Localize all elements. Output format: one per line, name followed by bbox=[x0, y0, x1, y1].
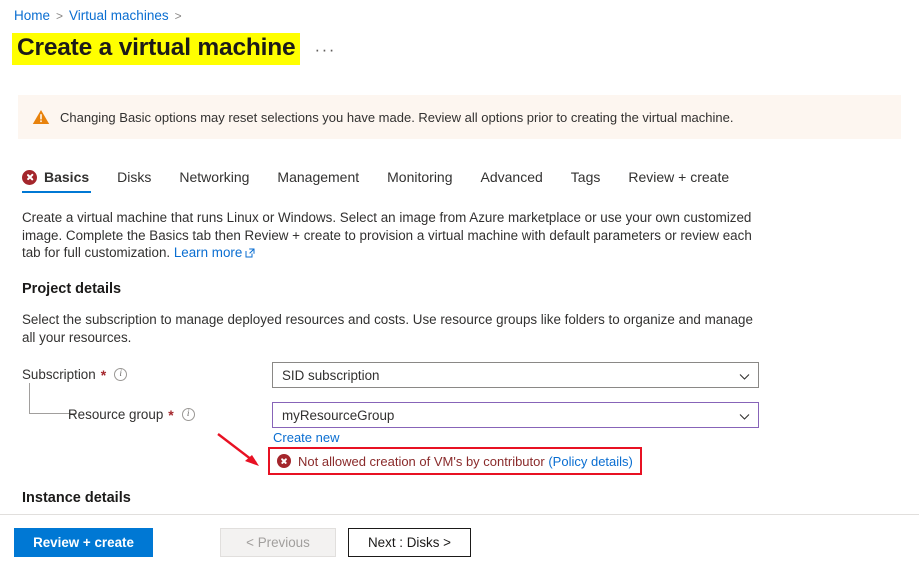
breadcrumb-item-virtual-machines[interactable]: Virtual machines bbox=[69, 8, 169, 23]
error-circle-icon bbox=[277, 454, 291, 468]
subscription-label-text: Subscription bbox=[22, 367, 96, 382]
next-disks-button[interactable]: Next : Disks > bbox=[348, 527, 471, 557]
tab-tags-label: Tags bbox=[570, 169, 601, 185]
tab-management-label: Management bbox=[277, 169, 360, 185]
previous-button: < Previous bbox=[220, 527, 336, 557]
project-details-heading: Project details bbox=[22, 281, 122, 297]
azure-create-vm-page: Home > Virtual machines > Create a virtu… bbox=[0, 0, 919, 569]
resource-group-label-text: Resource group bbox=[68, 407, 164, 422]
tab-monitoring[interactable]: Monitoring bbox=[373, 167, 466, 195]
tab-advanced-label: Advanced bbox=[480, 169, 543, 185]
learn-more-link[interactable]: Learn more bbox=[174, 245, 242, 260]
policy-error-box: Not allowed creation of VM's by contribu… bbox=[268, 447, 642, 475]
wizard-action-bar: Review + create < Previous Next : Disks … bbox=[0, 514, 919, 569]
tab-monitoring-label: Monitoring bbox=[387, 169, 453, 185]
error-badge-icon bbox=[22, 169, 37, 185]
tab-networking[interactable]: Networking bbox=[165, 167, 263, 195]
subscription-dropdown-value: SID subscription bbox=[282, 367, 380, 383]
subscription-dropdown[interactable]: SID subscription bbox=[272, 362, 759, 388]
subscription-label: Subscription * i bbox=[22, 366, 128, 383]
tab-advanced[interactable]: Advanced bbox=[467, 167, 557, 195]
create-new-resource-group-link[interactable]: Create new bbox=[273, 430, 339, 445]
policy-error-message: Not allowed creation of VM's by contribu… bbox=[298, 454, 633, 469]
project-details-description: Select the subscription to manage deploy… bbox=[22, 312, 753, 345]
resource-group-label: Resource group * i bbox=[68, 407, 195, 422]
resource-group-dropdown[interactable]: myResourceGroup bbox=[272, 402, 759, 428]
title-row: Create a virtual machine ··· bbox=[12, 33, 336, 66]
required-marker: * bbox=[100, 366, 107, 383]
chevron-down-icon bbox=[739, 370, 750, 381]
breadcrumb-item-home[interactable]: Home bbox=[14, 8, 50, 23]
external-link-icon bbox=[245, 245, 255, 263]
tab-management[interactable]: Management bbox=[263, 167, 373, 195]
chevron-down-icon bbox=[739, 410, 750, 421]
tab-tags[interactable]: Tags bbox=[557, 167, 615, 195]
tab-basics-label: Basics bbox=[44, 169, 90, 185]
tab-networking-label: Networking bbox=[179, 169, 250, 185]
info-icon[interactable]: i bbox=[181, 408, 195, 421]
required-marker: * bbox=[168, 406, 174, 423]
tab-disks[interactable]: Disks bbox=[103, 167, 165, 195]
policy-details-link[interactable]: (Policy details) bbox=[548, 454, 633, 469]
wizard-tab-bar: Basics Disks Networking Management Monit… bbox=[20, 167, 743, 195]
tab-review-create[interactable]: Review + create bbox=[614, 167, 743, 195]
breadcrumb-separator-icon: > bbox=[174, 8, 182, 23]
warning-banner-text: Changing Basic options may reset selecti… bbox=[60, 109, 734, 125]
tab-disks-label: Disks bbox=[117, 169, 152, 185]
tab-review-create-label: Review + create bbox=[628, 169, 730, 185]
warning-triangle-icon bbox=[32, 109, 50, 125]
policy-error-text: Not allowed creation of VM's by contribu… bbox=[298, 453, 545, 469]
breadcrumb: Home > Virtual machines > bbox=[14, 8, 182, 23]
info-icon[interactable]: i bbox=[114, 368, 128, 381]
tab-basics[interactable]: Basics bbox=[20, 167, 103, 195]
annotation-arrow-icon bbox=[212, 430, 272, 480]
breadcrumb-separator-icon: > bbox=[56, 8, 64, 23]
resource-group-dropdown-value: myResourceGroup bbox=[282, 407, 395, 423]
instance-details-heading: Instance details bbox=[22, 490, 131, 506]
warning-banner: Changing Basic options may reset selecti… bbox=[18, 95, 901, 139]
more-options-icon[interactable]: ··· bbox=[314, 40, 335, 65]
review-create-button[interactable]: Review + create bbox=[14, 527, 153, 557]
page-title: Create a virtual machine bbox=[12, 33, 301, 66]
intro-text: Create a virtual machine that runs Linux… bbox=[22, 210, 752, 260]
intro-paragraph: Create a virtual machine that runs Linux… bbox=[22, 209, 762, 263]
